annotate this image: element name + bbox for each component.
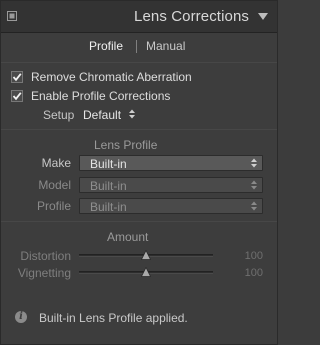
divider: [1, 129, 277, 130]
tab-separator: [136, 40, 137, 53]
distortion-value[interactable]: 100: [245, 250, 263, 262]
collapse-triangle-icon[interactable]: [258, 13, 268, 20]
mode-tabs: Profile Manual: [1, 39, 277, 55]
enable-profile-label: Enable Profile Corrections: [31, 89, 171, 103]
lens-corrections-panel: Lens Corrections Profile Manual Remove C…: [0, 0, 278, 345]
remove-ca-option[interactable]: Remove Chromatic Aberration: [11, 70, 231, 86]
tab-profile[interactable]: Profile: [89, 39, 123, 53]
up-down-arrows-icon: [251, 158, 257, 168]
divider: [1, 221, 277, 222]
profile-label: Profile: [36, 199, 71, 213]
panel-header[interactable]: Lens Corrections: [1, 1, 277, 33]
checkbox-checked-icon[interactable]: [11, 90, 23, 102]
info-icon: i: [15, 311, 27, 323]
model-value: Built-in: [90, 179, 127, 193]
amount-heading: Amount: [107, 230, 149, 244]
distortion-label: Distortion: [20, 249, 71, 263]
model-select[interactable]: Built-in: [79, 177, 263, 193]
distortion-slider-thumb[interactable]: [141, 250, 151, 260]
up-down-arrows-icon: [251, 201, 257, 211]
setup-dropdown[interactable]: Default: [83, 108, 121, 122]
model-label: Model: [38, 178, 71, 192]
panel-title: Lens Corrections: [134, 8, 249, 25]
make-value: Built-in: [90, 157, 127, 171]
up-down-arrows-icon[interactable]: [128, 108, 136, 120]
profile-select[interactable]: Built-in: [79, 198, 263, 214]
make-select[interactable]: Built-in: [79, 155, 263, 171]
lens-profile-heading: Lens Profile: [94, 138, 158, 152]
vignetting-slider-thumb[interactable]: [141, 267, 151, 277]
tab-manual[interactable]: Manual: [146, 39, 185, 53]
profile-value: Built-in: [90, 200, 127, 214]
divider: [1, 62, 277, 63]
up-down-arrows-icon: [251, 180, 257, 190]
checkbox-checked-icon[interactable]: [11, 71, 23, 83]
vignetting-value[interactable]: 100: [245, 267, 263, 279]
vignetting-label: Vignetting: [17, 266, 71, 280]
status-message: Built-in Lens Profile applied.: [39, 311, 188, 325]
setup-label: Setup: [43, 108, 75, 122]
make-label: Make: [41, 156, 71, 170]
remove-ca-label: Remove Chromatic Aberration: [31, 70, 192, 84]
panel-switch-icon[interactable]: [7, 11, 17, 21]
enable-profile-option[interactable]: Enable Profile Corrections: [11, 89, 231, 105]
